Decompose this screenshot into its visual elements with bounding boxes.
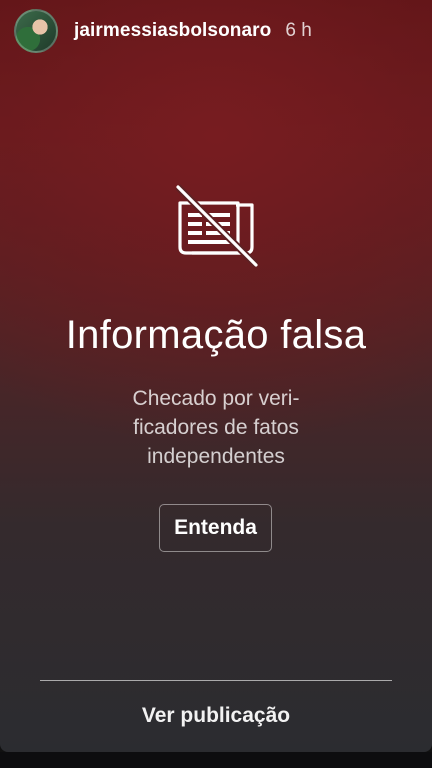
divider bbox=[40, 680, 392, 681]
see-post-button[interactable]: Ver publicação bbox=[0, 704, 432, 728]
username[interactable]: jairmessiasbolsonaro bbox=[74, 20, 271, 42]
subtitle-line: independentes bbox=[147, 445, 285, 468]
avatar[interactable] bbox=[14, 9, 58, 53]
warning-subtitle: Checado por veri- ficadores de fatos ind… bbox=[0, 384, 432, 471]
warning-title: Informação falsa bbox=[65, 313, 367, 357]
story-header: jairmessiasbolsonaro 6 h bbox=[14, 8, 312, 54]
story-view: jairmessiasbolsonaro 6 h Informação fals… bbox=[0, 0, 432, 752]
learn-more-button[interactable]: Entenda bbox=[159, 504, 272, 552]
subtitle-line: Checado por veri- bbox=[132, 387, 300, 410]
post-time: 6 h bbox=[285, 20, 312, 41]
newspaper-crossed-icon bbox=[172, 183, 260, 268]
subtitle-line: ficadores de fatos bbox=[133, 416, 299, 439]
bottom-bar bbox=[0, 752, 432, 768]
